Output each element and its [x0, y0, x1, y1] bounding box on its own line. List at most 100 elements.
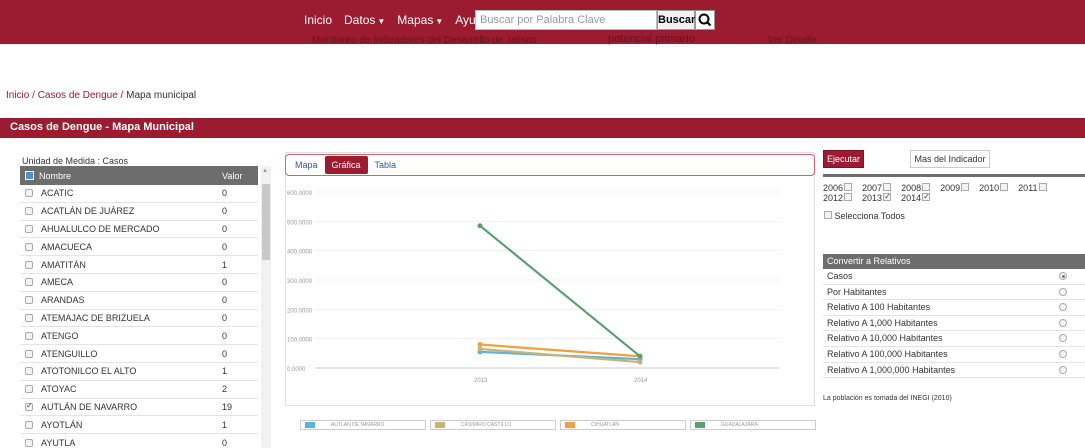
- row-checkbox[interactable]: [25, 207, 33, 216]
- legend-item[interactable]: CASIMIRO CASTILLO: [430, 420, 556, 430]
- legend-item[interactable]: CIHUATLÁN: [560, 420, 686, 430]
- breadcrumb-home[interactable]: Inicio: [6, 90, 29, 101]
- year-checkbox[interactable]: [922, 183, 931, 191]
- ejecutar-button[interactable]: Ejecutar: [823, 150, 864, 168]
- row-name: AYOTLÁN: [41, 419, 83, 430]
- year-checkbox[interactable]: [844, 183, 853, 191]
- col-name-header: Nombre: [39, 170, 72, 181]
- radio-button[interactable]: [1059, 349, 1067, 358]
- year-checkbox[interactable]: [1038, 183, 1047, 191]
- year-checkbox[interactable]: [844, 193, 853, 201]
- table-row[interactable]: AMECA 0: [20, 274, 258, 292]
- year-checkbox[interactable]: [922, 192, 931, 202]
- table-row[interactable]: ATEMAJAC DE BRIZUELA 0: [20, 310, 258, 328]
- row-checkbox[interactable]: [25, 349, 33, 358]
- year-checkbox[interactable]: [1000, 183, 1009, 191]
- search-icon[interactable]: [695, 10, 715, 30]
- y-tick-label: 0.0000: [287, 367, 306, 373]
- scroll-up-icon[interactable]: ▲: [262, 168, 268, 174]
- table-row[interactable]: AMATITÁN 1: [20, 256, 258, 274]
- year-option[interactable]: 2014: [901, 192, 931, 203]
- radio-button[interactable]: [1059, 365, 1067, 374]
- convert-options: Casos Por Habitantes Relativo A 100 Habita…: [823, 269, 1085, 379]
- table-row[interactable]: ATENGUILLO 0: [20, 345, 258, 363]
- ghost-subtitle: Monitoreo de Indicadores del Desarrollo …: [312, 35, 537, 46]
- y-tick-label: 100.0000: [287, 338, 313, 344]
- scrollbar-thumb[interactable]: [262, 184, 270, 260]
- year-checkbox[interactable]: [961, 183, 970, 191]
- select-all-checkbox[interactable]: [25, 171, 34, 180]
- convert-option[interactable]: Relativo A 1,000 Habitantes: [823, 316, 1085, 332]
- row-checkbox[interactable]: [25, 224, 33, 233]
- table-row[interactable]: ACATLÁN DE JUÁREZ 0: [20, 203, 258, 221]
- row-checkbox[interactable]: [25, 367, 33, 376]
- row-checkbox[interactable]: [25, 401, 33, 411]
- radio-button[interactable]: [1059, 272, 1067, 280]
- tab-tabla[interactable]: Tabla: [368, 156, 404, 174]
- search-input[interactable]: [475, 10, 657, 30]
- nav-mapas[interactable]: Mapas ▼: [397, 13, 443, 27]
- convert-option[interactable]: Casos: [823, 269, 1085, 285]
- row-checkbox[interactable]: [25, 242, 33, 251]
- tab-mapa[interactable]: Mapa: [288, 156, 325, 174]
- row-name: AMACUECA: [41, 241, 93, 252]
- table-row[interactable]: AMACUECA 0: [20, 238, 258, 257]
- radio-button[interactable]: [1059, 318, 1067, 327]
- row-checkbox[interactable]: [25, 385, 33, 394]
- row-checkbox[interactable]: [25, 313, 33, 322]
- select-all-checkbox[interactable]: [824, 211, 832, 219]
- convert-option[interactable]: Relativo A 100 Habitantes: [823, 300, 1085, 316]
- row-value: 0: [222, 188, 228, 199]
- table-row[interactable]: AUTLÁN DE NAVARRO 19: [20, 399, 258, 417]
- year-label: 2007: [862, 183, 883, 193]
- year-option[interactable]: 2010: [979, 183, 1009, 193]
- tab-grafica[interactable]: Gráfica: [324, 156, 368, 174]
- table-row[interactable]: AHUALULCO DE MERCADO 0: [20, 221, 258, 239]
- nav-inicio[interactable]: Inicio: [304, 13, 332, 27]
- legend-item[interactable]: GUADALAJARA: [690, 420, 816, 430]
- radio-button[interactable]: [1059, 287, 1067, 296]
- row-name: AHUALULCO DE MERCADO: [41, 223, 160, 234]
- convert-option[interactable]: Por Habitantes: [823, 285, 1085, 301]
- nav-datos[interactable]: Datos ▼: [344, 13, 385, 27]
- year-option[interactable]: 2009: [940, 183, 970, 193]
- year-option[interactable]: 2013: [862, 192, 892, 203]
- row-name: ACATIC: [41, 188, 74, 199]
- row-checkbox[interactable]: [25, 296, 33, 305]
- legend-item[interactable]: AUTLÁN DE NAVARRO: [300, 420, 426, 430]
- search-button[interactable]: Buscar: [657, 10, 695, 30]
- table-row[interactable]: ACATIC 0: [20, 185, 258, 203]
- table-row[interactable]: ATOYAC 2: [20, 381, 258, 399]
- table-row[interactable]: ATOTONILCO EL ALTO 1: [20, 363, 258, 381]
- year-checkbox[interactable]: [883, 183, 892, 191]
- year-checkbox[interactable]: [883, 192, 892, 202]
- breadcrumb-section[interactable]: Casos de Dengue: [38, 90, 118, 101]
- table-row[interactable]: AYUTLA 0: [20, 434, 258, 448]
- year-option[interactable]: 2011: [1018, 183, 1047, 193]
- table-row[interactable]: ARANDAS 0: [20, 292, 258, 310]
- year-option[interactable]: 2006: [823, 183, 853, 193]
- radio-button[interactable]: [1059, 334, 1067, 343]
- row-checkbox[interactable]: [25, 438, 33, 447]
- row-checkbox[interactable]: [25, 420, 33, 429]
- convert-option[interactable]: Relativo A 100,000 Habitantes: [823, 347, 1085, 363]
- row-checkbox[interactable]: [25, 189, 33, 198]
- population-note: La población es tomada del INEGI (2010): [823, 395, 952, 402]
- year-option[interactable]: 2012: [823, 193, 853, 203]
- convert-option[interactable]: Relativo A 1,000,000 Habitantes: [823, 363, 1085, 379]
- convert-option-label: Por Habitantes: [827, 286, 887, 297]
- row-name: ACATLÁN DE JUÁREZ: [41, 206, 135, 217]
- convert-option[interactable]: Relativo A 10,000 Habitantes: [823, 331, 1085, 347]
- row-checkbox[interactable]: [25, 278, 33, 287]
- col-value-header: Valor: [222, 170, 243, 181]
- line-chart: 0.0000 100.0000 200.0000 300.0000 400.0000 50…: [287, 191, 780, 384]
- nav-mapas-label: Mapas: [397, 13, 434, 27]
- table-row[interactable]: AYOTLÁN 1: [20, 416, 258, 435]
- row-checkbox[interactable]: [25, 331, 33, 340]
- mas-indicador-button[interactable]: Mas del Indicador: [910, 150, 990, 168]
- radio-button[interactable]: [1059, 303, 1067, 312]
- table-row[interactable]: ATENGO 0: [20, 327, 258, 346]
- data-point: [477, 346, 483, 352]
- select-all-years[interactable]: Selecciona Todos: [823, 211, 905, 221]
- row-checkbox[interactable]: [25, 260, 33, 269]
